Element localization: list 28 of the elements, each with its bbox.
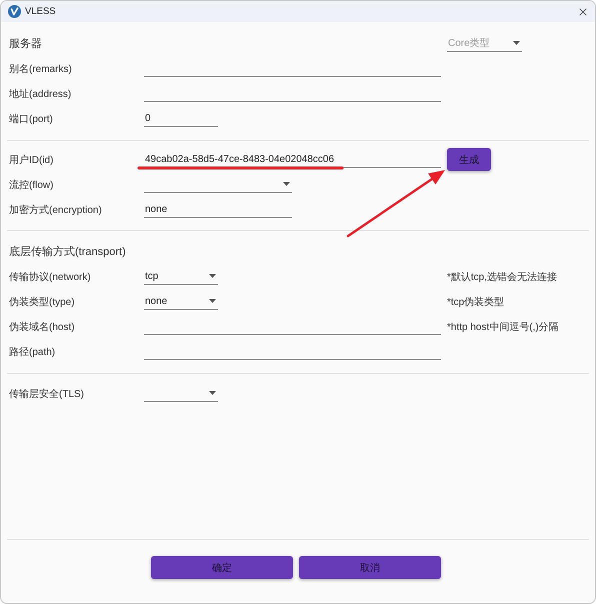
- caret-icon: [209, 274, 216, 278]
- field-label: 端口(port): [9, 112, 53, 126]
- caret-icon: [513, 41, 520, 45]
- hint-text: *http host中间逗号(,)分隔: [447, 320, 559, 334]
- hint-text: *默认tcp,选错会无法连接: [447, 270, 558, 284]
- app-logo-icon: [8, 5, 21, 18]
- field-label: 别名(remarks): [9, 62, 72, 76]
- caret-icon: [209, 299, 216, 303]
- dropdown[interactable]: tcp: [144, 268, 218, 285]
- field-label: 传输层安全(TLS): [9, 388, 84, 400]
- field-label: 用户ID(id): [9, 154, 54, 166]
- field-label: 路径(path): [9, 346, 56, 358]
- text-field[interactable]: none: [144, 201, 292, 218]
- field-label: 地址(address): [9, 88, 72, 100]
- caret-icon: [209, 391, 216, 395]
- field-label: 流控(flow): [9, 178, 54, 192]
- section-heading: 服务器: [9, 37, 42, 51]
- text-field[interactable]: 49cab02a-58d5-47ce-8483-04e02048cc06: [144, 151, 441, 168]
- field-label: 加密方式(encryption): [9, 204, 102, 216]
- hint-text: *tcp伪装类型: [447, 296, 504, 308]
- field-label: 伪装域名(host): [9, 320, 75, 334]
- caret-icon: [283, 182, 290, 186]
- field-label: 传输协议(network): [9, 270, 91, 284]
- dropdown[interactable]: none: [144, 293, 218, 310]
- section-heading: 底层传输方式(transport): [9, 244, 126, 259]
- field-label: 伪装类型(type): [9, 296, 75, 308]
- text-field[interactable]: 0: [144, 110, 218, 127]
- window-title: VLESS: [25, 6, 56, 17]
